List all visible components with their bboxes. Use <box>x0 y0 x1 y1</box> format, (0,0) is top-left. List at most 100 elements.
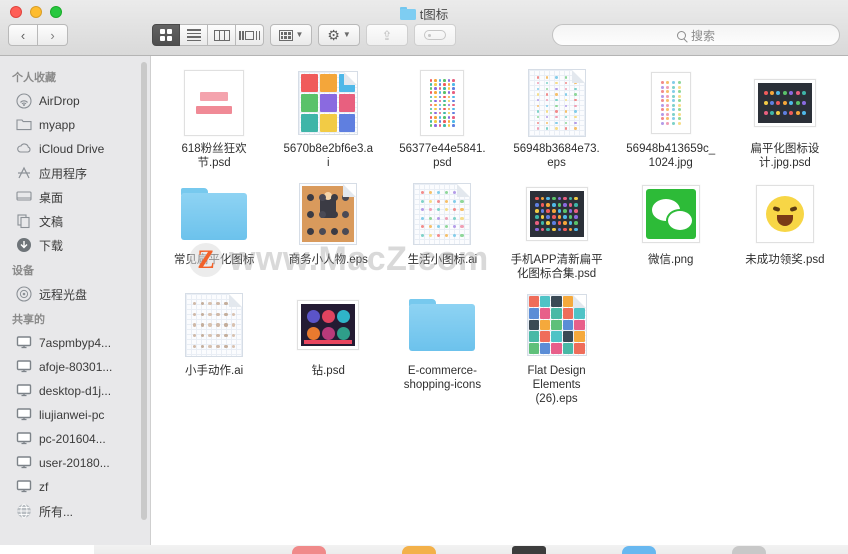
sidebar-item-iclouddrive[interactable]: iCloud Drive <box>0 137 150 161</box>
sidebar-item-label: myapp <box>39 118 76 132</box>
folder-icon <box>181 188 248 240</box>
computer-icon <box>16 359 32 375</box>
sidebar-item-label: 桌面 <box>39 190 64 205</box>
list-view-button[interactable] <box>180 24 208 46</box>
sidebar-section-header: 设备 <box>12 265 34 277</box>
search-placeholder: 搜索 <box>690 28 715 43</box>
file-thumbnail <box>750 179 820 249</box>
window-title: t图标 <box>0 4 848 23</box>
search-input[interactable]: 搜索 <box>552 24 840 46</box>
finder-window: t图标 ‹ › ▼ ⚙ ▼ ⇪ 搜索 个人收藏 AirDrop myapp iC… <box>0 0 848 545</box>
action-menu-button[interactable]: ⚙ ▼ <box>318 24 360 46</box>
sidebar-item-myapp[interactable]: myapp <box>0 113 150 137</box>
file-item[interactable]: 未成功领奖.psd <box>728 175 842 281</box>
cloud-icon <box>16 141 32 157</box>
thumb-document <box>298 71 359 135</box>
computer-icon <box>16 335 32 351</box>
sidebar-item-label: 文稿 <box>39 214 64 229</box>
icon-view-button[interactable] <box>152 24 180 46</box>
file-name-label: Flat Design Elements (26).eps <box>527 365 586 405</box>
file-item[interactable]: 商务小人物.eps <box>271 175 385 281</box>
file-item[interactable]: 小手动作.ai <box>157 286 271 406</box>
sidebar-item-文稿[interactable]: 文稿 <box>0 209 150 233</box>
sidebar-item-应用程序[interactable]: 应用程序 <box>0 161 150 185</box>
file-browser-content[interactable]: 618粉丝狂欢节.psd 5670b8e2bf6e3.ai 56377e44e584… <box>151 56 848 545</box>
file-item[interactable]: 56377e44e5841.psd <box>385 64 499 170</box>
file-item[interactable]: Flat Design Elements (26).eps <box>499 286 613 406</box>
file-item[interactable]: 钻.psd <box>271 286 385 406</box>
file-thumbnail <box>293 290 363 360</box>
sidebar-item-所有[interactable]: 所有... <box>0 499 150 523</box>
sidebar-item-桌面[interactable]: 桌面 <box>0 185 150 209</box>
thumb-tiles <box>301 74 356 132</box>
back-button[interactable]: ‹ <box>8 24 38 46</box>
dock-item[interactable] <box>402 546 436 554</box>
forward-button[interactable]: › <box>38 24 68 46</box>
gear-icon: ⚙ <box>327 27 340 43</box>
file-item[interactable]: 微信.png <box>614 175 728 281</box>
sidebar-item-label: liujianwei-pc <box>39 408 105 422</box>
file-item[interactable]: 618粉丝狂欢节.psd <box>157 64 271 170</box>
computer-icon <box>16 479 32 495</box>
file-name-label: 618粉丝狂欢节.psd <box>181 143 247 169</box>
sidebar-item-label: zf <box>39 480 49 494</box>
sidebar-item-7aspmbyp4[interactable]: 7aspmbyp4... <box>0 331 150 355</box>
sidebar-item-label: 应用程序 <box>39 166 88 181</box>
file-item[interactable]: 5670b8e2bf6e3.ai <box>271 64 385 170</box>
computer-icon <box>16 431 32 447</box>
sidebar-item-label: 远程光盘 <box>39 287 88 302</box>
sidebar-item-pc-201604[interactable]: pc-201604... <box>0 427 150 451</box>
column-view-button[interactable] <box>208 24 236 46</box>
dock-item[interactable] <box>622 546 656 554</box>
file-item[interactable]: 手机APP清新扁平化图标合集.psd <box>499 175 613 281</box>
file-name-label: 生活小图标.ai <box>407 254 478 266</box>
thumb-document <box>413 183 472 245</box>
file-thumbnail <box>636 179 706 249</box>
thumb-image <box>525 187 588 241</box>
applications-icon <box>16 165 32 181</box>
sidebar-item-desktop-d1j[interactable]: desktop-d1j... <box>0 379 150 403</box>
folder-icon <box>16 117 32 133</box>
file-thumbnail <box>522 68 592 138</box>
sidebar-item-label: iCloud Drive <box>39 142 105 156</box>
file-item[interactable]: 56948b3684e73.eps <box>499 64 613 170</box>
sidebar-item-下载[interactable]: 下载 <box>0 233 150 257</box>
thumb-image <box>641 185 700 243</box>
sidebar-item-airdrop[interactable]: AirDrop <box>0 89 150 113</box>
navigation-buttons: ‹ › <box>8 24 68 46</box>
sidebar-item-liujianwei-pc[interactable]: liujianwei-pc <box>0 403 150 427</box>
thumb-image <box>184 70 245 136</box>
coverflow-view-button[interactable] <box>236 24 264 46</box>
file-item[interactable]: E-commerce-shopping-icons <box>385 286 499 406</box>
computer-icon <box>16 407 32 423</box>
thumb-document <box>526 294 587 356</box>
sidebar-item-远程光盘[interactable]: 远程光盘 <box>0 282 150 306</box>
arrange-by-button[interactable]: ▼ <box>270 24 312 46</box>
file-name-label: 手机APP清新扁平化图标合集.psd <box>510 254 603 280</box>
file-item[interactable]: 生活小图标.ai <box>385 175 499 281</box>
desktop-icon <box>16 189 32 205</box>
airdrop-icon <box>16 93 32 109</box>
file-thumbnail <box>293 68 363 138</box>
chevron-down-icon: ▼ <box>295 30 304 39</box>
sidebar-item-user-20180[interactable]: user-20180... <box>0 451 150 475</box>
tag-button[interactable] <box>414 24 456 46</box>
sidebar-item-label: AirDrop <box>39 94 80 108</box>
file-item[interactable]: 常见扁平化图标 <box>157 175 271 281</box>
sidebar-item-zf[interactable]: zf <box>0 475 150 499</box>
share-button[interactable]: ⇪ <box>366 24 408 46</box>
sidebar-scrollbar[interactable] <box>141 62 147 520</box>
sidebar-item-afoje-80301[interactable]: afoje-80301... <box>0 355 150 379</box>
file-name-label: 常见扁平化图标 <box>173 254 255 266</box>
file-item[interactable]: 56948b413659c_1024.jpg <box>614 64 728 170</box>
thumb-document <box>527 69 586 137</box>
window-title-text: t图标 <box>419 8 449 22</box>
dock-item[interactable] <box>292 546 326 554</box>
sidebar-item-label: desktop-d1j... <box>39 384 112 398</box>
file-item[interactable]: 扁平化图标设计.jpg.psd <box>728 64 842 170</box>
thumb-tiles <box>528 296 585 354</box>
file-name-label: E-commerce-shopping-icons <box>403 365 482 391</box>
sidebar-item-label: 所有... <box>39 504 74 519</box>
dock-item[interactable] <box>512 546 546 554</box>
dock-item[interactable] <box>732 546 766 554</box>
